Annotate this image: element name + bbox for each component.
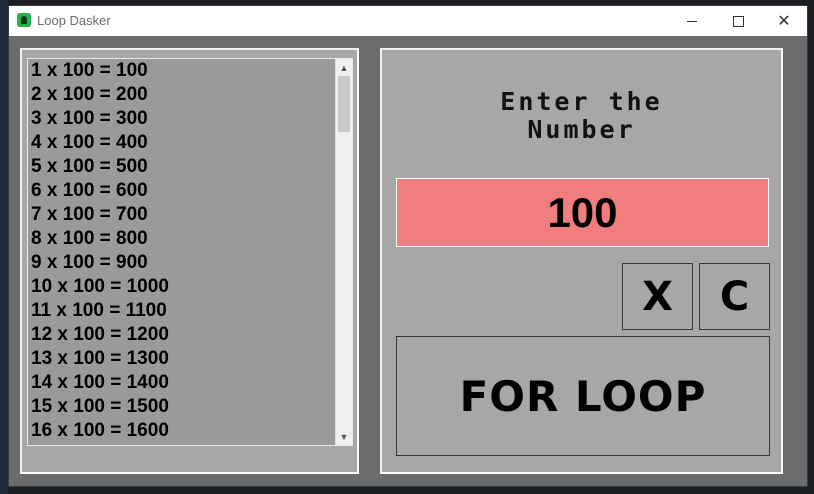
list-item[interactable]: 16 x 100 = 1600 (28, 419, 337, 443)
results-panel: 1 x 100 = 100 2 x 100 = 200 3 x 100 = 300 4… (20, 48, 359, 474)
list-item[interactable]: 8 x 100 = 800 (28, 227, 337, 251)
number-input[interactable]: 100 (396, 178, 769, 247)
clear-x-button[interactable]: X (622, 263, 693, 330)
scrollbar-thumb[interactable] (338, 76, 350, 132)
title-bar: Loop Dasker ✕ (9, 6, 807, 36)
list-item[interactable]: 11 x 100 = 1100 (28, 299, 337, 323)
list-item[interactable]: 6 x 100 = 600 (28, 179, 337, 203)
maximize-icon (732, 15, 744, 27)
input-panel: Enter the Number 100 X C FOR LOOP (380, 48, 783, 474)
list-item[interactable]: 13 x 100 = 1300 (28, 347, 337, 371)
close-icon: ✕ (777, 13, 791, 30)
chevron-down-icon[interactable]: ▼ (336, 428, 352, 445)
for-loop-button[interactable]: FOR LOOP (396, 336, 770, 456)
close-button[interactable]: ✕ (761, 6, 807, 36)
desktop-edge (0, 0, 8, 494)
prompt-line-1: Enter the (500, 87, 663, 116)
minimize-button[interactable] (669, 6, 715, 36)
app-icon (17, 13, 31, 27)
clear-c-button[interactable]: C (699, 263, 770, 330)
chevron-up-icon[interactable]: ▲ (336, 59, 352, 76)
window-title: Loop Dasker (37, 13, 111, 28)
list-item[interactable]: 1 x 100 = 100 (28, 59, 337, 83)
app-window: Loop Dasker ✕ 1 x 100 = 100 2 x 100 = 200… (8, 5, 808, 487)
list-item[interactable]: 15 x 100 = 1500 (28, 395, 337, 419)
list-item[interactable]: 12 x 100 = 1200 (28, 323, 337, 347)
number-prompt: Enter the Number (382, 88, 781, 144)
list-item[interactable]: 2 x 100 = 200 (28, 83, 337, 107)
list-item[interactable]: 14 x 100 = 1400 (28, 371, 337, 395)
list-item[interactable]: 5 x 100 = 500 (28, 155, 337, 179)
list-item[interactable]: 3 x 100 = 300 (28, 107, 337, 131)
results-list: 1 x 100 = 100 2 x 100 = 200 3 x 100 = 300 4… (28, 59, 337, 443)
list-item[interactable]: 7 x 100 = 700 (28, 203, 337, 227)
vertical-scrollbar[interactable]: ▲ ▼ (335, 59, 352, 445)
list-item[interactable]: 4 x 100 = 400 (28, 131, 337, 155)
maximize-button[interactable] (715, 6, 761, 36)
prompt-line-2: Number (527, 115, 636, 144)
list-item[interactable]: 9 x 100 = 900 (28, 251, 337, 275)
list-item[interactable]: 10 x 100 = 1000 (28, 275, 337, 299)
results-listbox[interactable]: 1 x 100 = 100 2 x 100 = 200 3 x 100 = 300 4… (27, 58, 353, 446)
minimize-icon (687, 20, 697, 22)
